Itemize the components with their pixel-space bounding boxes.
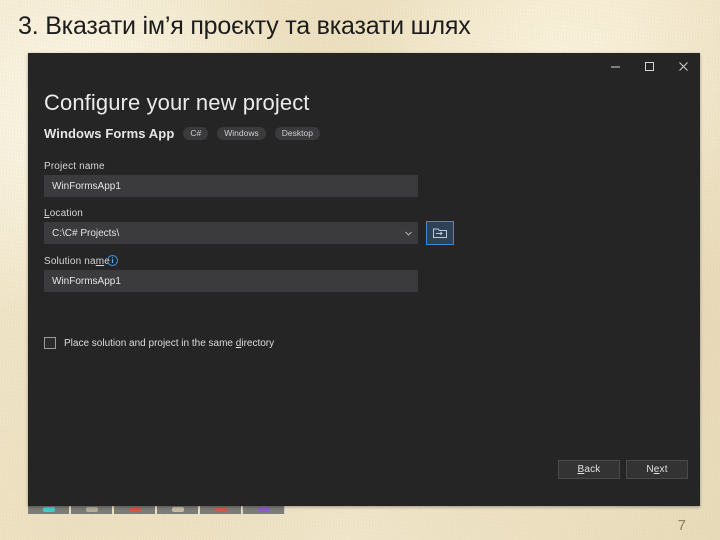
tag-language: C# — [183, 126, 209, 141]
page-number: 7 — [677, 517, 686, 534]
location-value: C:\C# Projects\ — [52, 227, 120, 239]
checkbox-label-prefix: Place solution and project in the same — [64, 337, 236, 349]
taskbar-thumbnail-dot — [257, 507, 270, 512]
dialog-body: Configure your new project Windows Forms… — [28, 79, 700, 506]
next-button-label: xt — [659, 464, 668, 475]
tag-project-type: Desktop — [274, 126, 320, 141]
taskbar-thumbnail[interactable] — [28, 506, 69, 514]
dialog-titlebar — [28, 53, 700, 79]
info-icon[interactable]: i — [107, 255, 118, 266]
location-combobox[interactable]: C:\C# Projects\ — [44, 222, 418, 244]
location-label-text: ocation — [49, 208, 84, 219]
minimize-icon[interactable] — [598, 53, 632, 79]
chevron-down-icon[interactable] — [398, 231, 418, 236]
slide-title: 3. Вказати ім’я проєкту та вказати шлях — [18, 12, 471, 40]
solution-name-input[interactable] — [44, 270, 418, 292]
back-button-mnemonic: B — [577, 464, 585, 475]
taskbar-thumbnail[interactable] — [157, 506, 198, 514]
project-name-label: Project name — [44, 161, 105, 172]
project-type-name: Windows Forms App — [44, 126, 175, 141]
taskbar-thumbnail-dot — [85, 507, 98, 512]
taskbar-thumbnail[interactable] — [114, 506, 155, 514]
back-button[interactable]: Back — [558, 460, 620, 479]
taskbar-thumbnail[interactable] — [71, 506, 112, 514]
taskbar-thumbnail-dot — [214, 507, 227, 512]
folder-icon — [433, 228, 447, 238]
same-directory-checkbox[interactable] — [44, 337, 56, 349]
taskbar-thumbnail-dot — [42, 507, 55, 512]
location-label: Location — [44, 208, 83, 219]
dialog-heading: Configure your new project — [44, 90, 310, 115]
taskbar-thumbnail-strip — [28, 506, 700, 514]
tag-platform: Windows — [217, 126, 266, 141]
solution-name-label-prefix: Solution na — [44, 256, 96, 267]
next-button[interactable]: Ne xt — [626, 460, 688, 479]
project-name-input[interactable] — [44, 175, 418, 197]
same-directory-checkbox-row[interactable]: Place solution and project in the same d… — [44, 337, 274, 349]
solution-name-label-mnemonic: m — [95, 256, 105, 267]
browse-folder-button[interactable] — [426, 221, 454, 245]
close-icon[interactable] — [666, 53, 700, 79]
taskbar-thumbnail-dot — [128, 507, 141, 512]
taskbar-thumbnail-dot — [171, 507, 184, 512]
maximize-icon[interactable] — [632, 53, 666, 79]
configure-project-dialog: Configure your new project Windows Forms… — [28, 53, 700, 506]
project-type-row: Windows Forms App C# Windows Desktop — [44, 126, 320, 141]
back-button-label: ack — [584, 464, 601, 475]
taskbar-thumbnail[interactable] — [242, 506, 285, 514]
checkbox-label-suffix: irectory — [241, 337, 275, 349]
solution-name-label: Solution name — [44, 256, 110, 267]
same-directory-label: Place solution and project in the same d… — [64, 338, 274, 349]
next-button-prefix: N — [646, 464, 654, 475]
taskbar-thumbnail[interactable] — [200, 506, 241, 514]
